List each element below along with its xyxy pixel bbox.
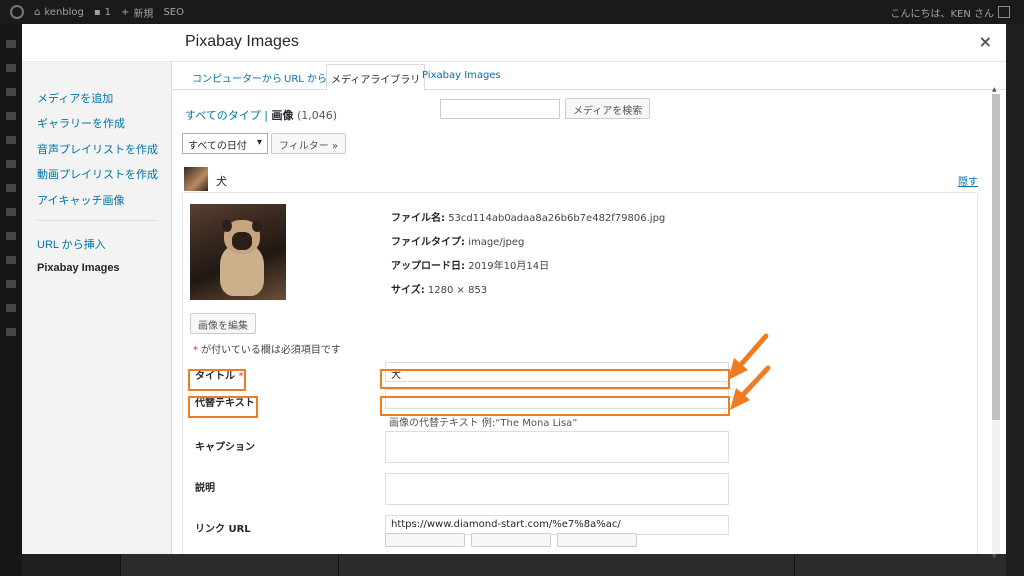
search-input[interactable] xyxy=(440,99,560,119)
attachment-thumbnail xyxy=(184,167,208,191)
seo-link[interactable]: SEO xyxy=(163,7,184,18)
posts-icon[interactable] xyxy=(6,112,16,120)
menu-item-video-playlist[interactable]: 動画プレイリストを作成 xyxy=(37,166,158,182)
home-icon: ⌂ xyxy=(34,6,41,18)
menu-item-featured-image[interactable]: アイキャッチ画像 xyxy=(37,192,124,208)
link-type-button[interactable] xyxy=(557,533,637,547)
arrow-icon xyxy=(728,333,771,410)
type-filter: すべてのタイプ | 画像 (1,046) xyxy=(185,109,338,122)
menu-item-add-media[interactable]: メディアを追加 xyxy=(37,90,113,106)
description-label: 説明 xyxy=(195,483,215,494)
title-field-highlight xyxy=(380,369,730,389)
menu-item-pixabay[interactable]: Pixabay Images xyxy=(37,262,120,274)
images-count: (1,046) xyxy=(297,109,338,122)
admin-sidebar xyxy=(0,24,22,576)
plus-icon: + xyxy=(121,6,130,18)
menu-item-insert-from-url[interactable]: URL から挿入 xyxy=(37,236,106,252)
modal-header: Pixabay Images × xyxy=(22,24,1006,62)
background-panel xyxy=(794,552,1006,576)
description-field[interactable] xyxy=(385,473,729,505)
upload-date-row: アップロード日: 2019年10月14日 xyxy=(391,261,550,272)
modal-scrollbar[interactable]: ▲ ▼ xyxy=(992,86,1000,560)
media-modal: Pixabay Images × メディアを追加 ギャラリーを作成 音声プレイリ… xyxy=(22,24,1006,560)
site-name-link[interactable]: ⌂ kenblog xyxy=(34,7,84,18)
wp-logo-icon[interactable] xyxy=(10,5,24,19)
caption-field[interactable] xyxy=(385,431,729,463)
link-url-label: リンク URL xyxy=(195,524,251,535)
pin-icon[interactable] xyxy=(6,88,16,96)
alt-label-highlight xyxy=(188,396,258,418)
plugins-icon[interactable] xyxy=(6,280,16,288)
tools-icon[interactable] xyxy=(6,328,16,336)
users-icon[interactable] xyxy=(6,304,16,312)
background-panel xyxy=(338,552,794,576)
tab-pixabay[interactable]: Pixabay Images xyxy=(422,70,501,81)
edit-image-button[interactable]: 画像を編集 xyxy=(190,313,256,334)
tab-upload[interactable]: コンピューターから xyxy=(192,70,282,85)
close-icon[interactable]: × xyxy=(979,32,992,51)
new-content-link[interactable]: + 新規 xyxy=(121,5,153,20)
required-note: * が付いている欄は必須項目です xyxy=(193,345,341,356)
admin-bar: ⌂ kenblog ▪ 1 + 新規 SEO こんにちは、KEN さん xyxy=(0,0,1024,24)
analytics-icon[interactable] xyxy=(6,232,16,240)
menu-item-audio-playlist[interactable]: 音声プレイリストを作成 xyxy=(37,141,158,157)
title-label-highlight xyxy=(188,369,246,391)
file-type-row: ファイルタイプ: image/jpeg xyxy=(391,237,525,248)
scroll-up-icon[interactable]: ▲ xyxy=(992,86,997,93)
filter-button[interactable]: フィルター » xyxy=(271,133,347,154)
settings-icon[interactable] xyxy=(6,64,16,72)
alt-text-help: 画像の代替テキスト 例:“The Mona Lisa” xyxy=(389,418,578,429)
filter-images[interactable]: 画像 xyxy=(272,109,294,122)
media-menu: メディアを追加 ギャラリーを作成 音声プレイリストを作成 動画プレイリストを作成… xyxy=(22,62,172,554)
comments-link[interactable]: ▪ 1 xyxy=(94,7,111,18)
attachment-preview-image xyxy=(190,204,286,300)
size-row: サイズ: 1280 × 853 xyxy=(391,285,488,296)
media-router: コンピューターから URL から メディアライブラリ Pixabay Image… xyxy=(172,62,1006,91)
scrollbar-thumb[interactable] xyxy=(992,94,1000,420)
account-menu[interactable]: こんにちは、KEN さん xyxy=(890,0,1010,24)
alt-field-highlight xyxy=(380,396,730,416)
comment-icon: ▪ xyxy=(93,6,101,18)
appearance-icon[interactable] xyxy=(6,256,16,264)
tab-media-library[interactable]: メディアライブラリ xyxy=(326,64,426,91)
link-url-field[interactable]: https://www.diamond-start.com/%e7%8a%ac/ xyxy=(385,515,729,535)
link-type-button[interactable] xyxy=(385,533,465,547)
comments-icon[interactable] xyxy=(6,184,16,192)
dashboard-icon[interactable] xyxy=(6,40,16,48)
mail-icon[interactable] xyxy=(6,208,16,216)
link-type-buttons xyxy=(385,533,637,547)
modal-title: Pixabay Images xyxy=(185,33,299,50)
filter-all-types[interactable]: すべてのタイプ xyxy=(185,109,261,122)
tab-url[interactable]: URL から xyxy=(284,70,327,85)
pages-icon[interactable] xyxy=(6,160,16,168)
attachment-name: 犬 xyxy=(216,175,227,188)
file-name-row: ファイル名: 53cd114ab0adaa8a26b6b7e482f79806.… xyxy=(391,213,666,224)
dropdown-arrow-icon: ▾ xyxy=(256,137,262,148)
background-panel xyxy=(120,552,338,576)
link-type-button[interactable] xyxy=(471,533,551,547)
menu-item-create-gallery[interactable]: ギャラリーを作成 xyxy=(37,115,125,131)
search-media-button[interactable]: メディアを検索 xyxy=(565,98,651,119)
scroll-down-icon[interactable]: ▼ xyxy=(992,553,997,560)
date-select[interactable]: すべての日付 ▾ xyxy=(182,133,268,154)
media-content: すべてのタイプ | 画像 (1,046) メディアを検索 すべての日付 ▾ フィ… xyxy=(172,91,1006,554)
caption-label: キャプション xyxy=(195,442,255,453)
hide-link[interactable]: 隠す xyxy=(958,173,978,188)
attachment-header: 犬 隠す xyxy=(182,165,978,193)
menu-separator xyxy=(37,220,157,221)
media-icon[interactable] xyxy=(6,136,16,144)
avatar xyxy=(998,6,1010,18)
